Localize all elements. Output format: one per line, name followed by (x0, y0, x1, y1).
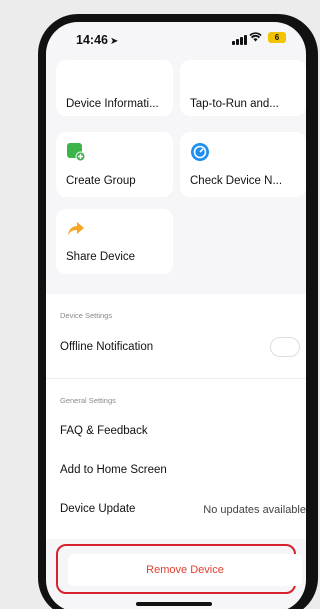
offline-notification-label: Offline Notification (60, 341, 154, 353)
wifi-icon (249, 32, 262, 42)
device-update-status: No updates available (203, 504, 306, 516)
share-device-label: Share Device (66, 251, 136, 263)
remove-device-button[interactable]: Remove Device (68, 554, 302, 586)
tap-to-run-tile[interactable]: Tap-to-Run and... (180, 60, 306, 116)
status-time: 14:46 ➤ (76, 33, 118, 47)
create-group-label: Create Group (66, 175, 136, 187)
device-info-tile[interactable]: Device Informati... (56, 60, 173, 116)
device-info-label: Device Informati... (66, 98, 159, 110)
faq-feedback-item[interactable]: FAQ & Feedback (60, 425, 148, 437)
device-update-item[interactable]: Device Update (60, 503, 135, 515)
home-indicator (136, 602, 212, 606)
battery-icon: 6 (268, 32, 286, 43)
general-settings-section: General Settings FAQ & Feedback Add to H… (46, 379, 306, 539)
device-settings-section: Device Settings Offline Notification (46, 294, 306, 378)
time-text: 14:46 (76, 33, 108, 47)
share-device-tile[interactable]: Share Device (56, 209, 173, 274)
create-group-icon (67, 143, 86, 162)
location-arrow-icon: ➤ (109, 36, 119, 47)
offline-notification-toggle[interactable] (270, 337, 300, 357)
share-icon (68, 222, 84, 236)
app-screen: 14:46➤ 6 ‹ Device Informati... Tap-to-Ru… (46, 22, 306, 609)
create-group-tile[interactable]: Create Group (56, 132, 173, 197)
add-to-home-screen-item[interactable]: Add to Home Screen (60, 464, 167, 476)
remove-device-highlight: Remove Device (56, 544, 302, 594)
status-bar: 14:46 ➤ 6 (46, 22, 306, 62)
device-settings-header: Device Settings (60, 311, 113, 320)
tap-to-run-label: Tap-to-Run and... (190, 98, 279, 110)
check-network-tile[interactable]: Check Device N... (180, 132, 306, 197)
signal-icon (232, 33, 247, 45)
network-check-icon (191, 143, 209, 161)
general-settings-header: General Settings (60, 396, 116, 405)
check-network-label: Check Device N... (190, 175, 283, 187)
